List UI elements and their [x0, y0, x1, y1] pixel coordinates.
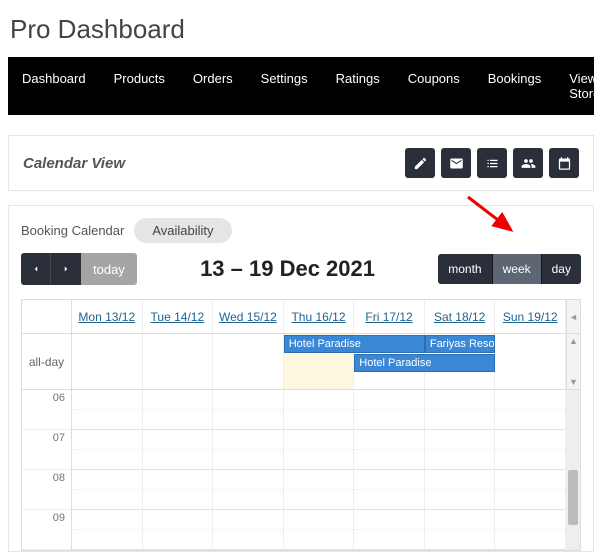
header-gutter	[22, 300, 72, 333]
day-header-sun[interactable]: Sun 19/12	[503, 310, 558, 324]
nav-ratings[interactable]: Ratings	[322, 57, 394, 115]
calendar-tabs: Booking Calendar Availability	[21, 218, 581, 243]
allday-scrollbar[interactable]: ▲▼	[566, 334, 580, 389]
day-header-tue[interactable]: Tue 14/12	[151, 310, 205, 324]
calendar-grid: Mon 13/12 Tue 14/12 Wed 15/12 Thu 16/12 …	[21, 299, 581, 551]
time-column[interactable]	[72, 390, 143, 550]
list-icon[interactable]	[477, 148, 507, 178]
view-day-button[interactable]: day	[542, 254, 581, 284]
time-column[interactable]	[284, 390, 355, 550]
time-column[interactable]	[354, 390, 425, 550]
view-switch: month week day	[438, 254, 581, 284]
next-button[interactable]	[51, 253, 81, 285]
day-header-thu[interactable]: Thu 16/12	[291, 310, 345, 324]
time-label: 07	[22, 430, 71, 470]
day-header-wed[interactable]: Wed 15/12	[219, 310, 277, 324]
prev-button[interactable]	[21, 253, 51, 285]
header-scrollbar[interactable]: ◄	[566, 300, 580, 333]
tab-availability[interactable]: Availability	[134, 218, 231, 243]
event[interactable]: Hotel Paradise	[284, 335, 425, 353]
nav-view-store[interactable]: View Store	[555, 57, 602, 115]
time-label: 06	[22, 390, 71, 430]
event[interactable]: Hotel Paradise	[354, 354, 495, 372]
users-icon[interactable]	[513, 148, 543, 178]
time-column[interactable]	[213, 390, 284, 550]
calendar-panel-body: Booking Calendar Availability today 13 –…	[8, 205, 594, 552]
time-column[interactable]	[425, 390, 496, 550]
panel-title: Calendar View	[23, 155, 125, 172]
nav-products[interactable]: Products	[100, 57, 179, 115]
panel-icon-row	[405, 148, 579, 178]
edit-icon[interactable]	[405, 148, 435, 178]
all-day-label: all-day	[22, 334, 72, 389]
main-nav: Dashboard Products Orders Settings Ratin…	[8, 57, 594, 115]
page-title: Pro Dashboard	[0, 0, 602, 57]
calendar-panel-header: Calendar View	[8, 135, 594, 191]
time-label: 09	[22, 510, 71, 550]
time-column[interactable]	[495, 390, 566, 550]
view-week-button[interactable]: week	[493, 254, 542, 284]
today-button[interactable]: today	[81, 253, 137, 285]
time-label: 08	[22, 470, 71, 510]
scrollbar-thumb[interactable]	[568, 470, 578, 525]
day-header-fri[interactable]: Fri 17/12	[365, 310, 412, 324]
nav-orders[interactable]: Orders	[179, 57, 247, 115]
view-month-button[interactable]: month	[438, 254, 492, 284]
calendar-icon[interactable]	[549, 148, 579, 178]
time-column[interactable]	[143, 390, 214, 550]
calendar-toolbar: today 13 – 19 Dec 2021 month week day	[21, 253, 581, 285]
time-scrollbar[interactable]	[566, 390, 580, 550]
tab-booking-calendar[interactable]: Booking Calendar	[21, 223, 124, 238]
date-range-title: 13 – 19 Dec 2021	[200, 256, 375, 282]
event[interactable]: Fariyas Resort	[425, 335, 496, 353]
nav-settings[interactable]: Settings	[247, 57, 322, 115]
envelope-icon[interactable]	[441, 148, 471, 178]
day-header-mon[interactable]: Mon 13/12	[78, 310, 135, 324]
nav-dashboard[interactable]: Dashboard	[8, 57, 100, 115]
nav-bookings[interactable]: Bookings	[474, 57, 555, 115]
day-header-sat[interactable]: Sat 18/12	[434, 310, 485, 324]
nav-coupons[interactable]: Coupons	[394, 57, 474, 115]
